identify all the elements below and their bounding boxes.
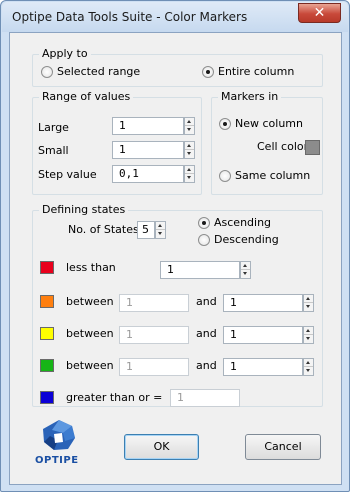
range-legend: Range of values [39, 90, 134, 103]
state-4-and-label: and [196, 359, 217, 372]
close-button[interactable]: ✕ [298, 3, 341, 23]
state-1-color-swatch[interactable] [40, 261, 54, 274]
state-1-value-input[interactable]: 1 [160, 261, 240, 279]
state-3-to-input[interactable]: 1 [223, 326, 303, 344]
same-column-label[interactable]: Same column [235, 169, 310, 182]
new-column-radio[interactable] [219, 118, 231, 130]
cell-color-label: Cell color [257, 140, 309, 153]
spin-down-icon[interactable] [185, 126, 194, 134]
spin-down-icon[interactable] [185, 174, 194, 182]
apply-to-group: Apply to Selected range Entire column [32, 47, 323, 87]
entire-column-label[interactable]: Entire column [218, 65, 294, 78]
num-states-label: No. of States [68, 223, 139, 236]
state-4-spinner[interactable] [303, 358, 314, 376]
apply-to-legend: Apply to [39, 47, 91, 60]
small-spinner[interactable] [184, 141, 195, 159]
spin-down-icon[interactable] [304, 367, 313, 375]
same-column-radio[interactable] [219, 170, 231, 182]
spin-up-icon[interactable] [304, 327, 313, 335]
state-2-from-input: 1 [119, 294, 189, 312]
state-4-from-input: 1 [119, 358, 189, 376]
spin-down-icon[interactable] [185, 150, 194, 158]
large-spinner[interactable] [184, 117, 195, 135]
num-states-input[interactable]: 5 [137, 221, 155, 239]
new-column-label[interactable]: New column [235, 117, 303, 130]
markers-in-group: Markers in New column Cell color Same co… [211, 90, 323, 195]
window-title: Optipe Data Tools Suite - Color Markers [12, 10, 248, 24]
state-2-spinner[interactable] [303, 294, 314, 312]
state-1-spinner[interactable] [240, 261, 251, 279]
dialog-body: Apply to Selected range Entire column Ra… [9, 32, 342, 485]
state-2-color-swatch[interactable] [40, 295, 54, 308]
range-of-values-group: Range of values Large 1 Small 1 Step val… [32, 90, 202, 195]
step-value-label: Step value [38, 168, 97, 181]
state-4-to-input[interactable]: 1 [223, 358, 303, 376]
states-legend: Defining states [39, 203, 129, 216]
descending-radio[interactable] [198, 234, 210, 246]
state-3-spinner[interactable] [303, 326, 314, 344]
spin-down-icon[interactable] [156, 230, 165, 238]
spin-up-icon[interactable] [241, 262, 250, 270]
ascending-label[interactable]: Ascending [214, 216, 271, 229]
state-5-label: greater than or = [66, 391, 163, 404]
spin-up-icon[interactable] [304, 359, 313, 367]
optipe-logo-icon [43, 420, 75, 450]
descending-label[interactable]: Descending [214, 233, 279, 246]
state-3-color-swatch[interactable] [40, 327, 54, 340]
dialog-window: Optipe Data Tools Suite - Color Markers … [0, 0, 350, 492]
small-input[interactable]: 1 [112, 141, 184, 159]
state-2-and-label: and [196, 295, 217, 308]
state-2-to-input[interactable]: 1 [223, 294, 303, 312]
selected-range-label[interactable]: Selected range [57, 65, 140, 78]
ascending-radio[interactable] [198, 217, 210, 229]
state-1-label: less than [66, 261, 116, 274]
small-label: Small [38, 144, 69, 157]
state-5-value-input: 1 [170, 389, 240, 407]
step-value-input[interactable]: 0,1 [112, 165, 184, 183]
state-4-label: between [66, 359, 114, 372]
state-5-color-swatch[interactable] [40, 391, 54, 404]
spin-down-icon[interactable] [304, 303, 313, 311]
spin-down-icon[interactable] [241, 270, 250, 278]
cell-color-picker[interactable] [305, 140, 320, 155]
state-3-label: between [66, 327, 114, 340]
large-label: Large [38, 121, 69, 134]
entire-column-radio[interactable] [202, 66, 214, 78]
state-4-color-swatch[interactable] [40, 359, 54, 372]
optipe-logo: OPTIPE [32, 418, 86, 468]
spin-up-icon[interactable] [304, 295, 313, 303]
selected-range-radio[interactable] [41, 66, 53, 78]
cancel-button[interactable]: Cancel [245, 434, 321, 460]
markers-in-legend: Markers in [218, 90, 282, 103]
defining-states-group: Defining states No. of States 5 Ascendin… [32, 203, 323, 407]
step-value-spinner[interactable] [184, 165, 195, 183]
spin-up-icon[interactable] [185, 142, 194, 150]
state-3-and-label: and [196, 327, 217, 340]
ok-button[interactable]: OK [124, 434, 199, 460]
num-states-spinner[interactable] [155, 221, 166, 239]
title-bar: Optipe Data Tools Suite - Color Markers … [2, 2, 348, 32]
spin-up-icon[interactable] [185, 166, 194, 174]
logo-text: OPTIPE [35, 455, 79, 466]
spin-up-icon[interactable] [185, 118, 194, 126]
large-input[interactable]: 1 [112, 117, 184, 135]
spin-down-icon[interactable] [304, 335, 313, 343]
state-3-from-input: 1 [119, 326, 189, 344]
state-2-label: between [66, 295, 114, 308]
spin-up-icon[interactable] [156, 222, 165, 230]
